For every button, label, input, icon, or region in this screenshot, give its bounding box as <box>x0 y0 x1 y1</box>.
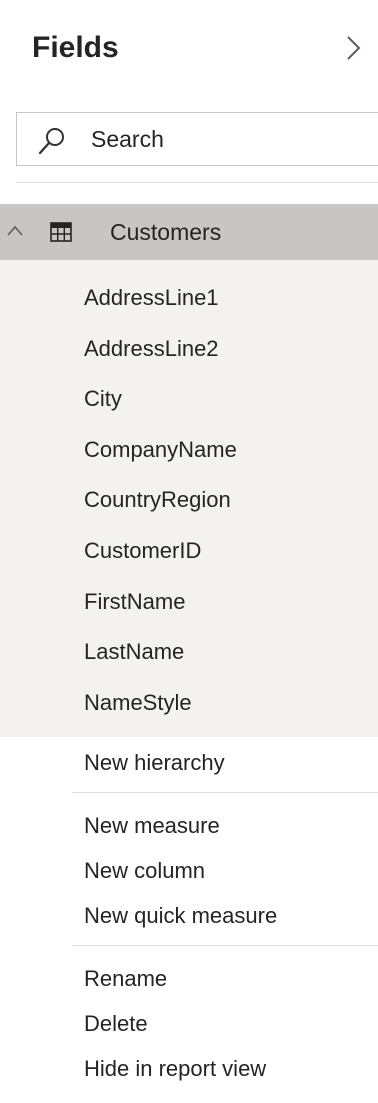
field-list: AddressLine1 AddressLine2 City CompanyName C… <box>0 260 378 737</box>
table-icon <box>50 222 72 242</box>
table-customers[interactable]: Customers <box>0 204 378 260</box>
chevron-up-icon[interactable] <box>6 224 24 238</box>
field-item[interactable]: CustomerID <box>84 531 364 571</box>
menu-divider <box>72 945 378 946</box>
chevron-right-icon[interactable] <box>343 34 365 62</box>
menu-item-new-hierarchy[interactable]: New hierarchy <box>84 743 374 783</box>
context-menu: New hierarchy New measure New column New qu… <box>0 737 378 1103</box>
fields-pane: Fields Customers AddressLine1AddressLine… <box>0 0 378 1103</box>
field-item[interactable]: CountryRegion <box>84 480 364 520</box>
menu-item-delete[interactable]: Delete <box>84 1004 374 1044</box>
field-item[interactable]: LastName <box>84 632 364 672</box>
menu-item-new-quick-measure[interactable]: New quick measure <box>84 896 374 936</box>
search-input[interactable] <box>91 123 341 155</box>
divider <box>16 182 378 183</box>
menu-item-rename[interactable]: Rename <box>84 959 374 999</box>
pane-title: Fields <box>32 31 119 64</box>
pane-header: Fields <box>0 0 378 96</box>
field-item[interactable]: FirstName <box>84 582 364 622</box>
search-icon <box>38 128 64 155</box>
table-name: Customers <box>110 219 222 245</box>
field-item[interactable]: City <box>84 379 364 419</box>
field-item[interactable]: AddressLine2 <box>84 329 364 369</box>
field-item[interactable]: NameStyle <box>84 683 364 723</box>
search-box[interactable] <box>16 112 378 166</box>
field-item[interactable]: CompanyName <box>84 430 364 470</box>
menu-item-hide-in-report-view[interactable]: Hide in report view <box>84 1049 374 1089</box>
menu-item-new-column[interactable]: New column <box>84 851 374 891</box>
field-item[interactable]: AddressLine1 <box>84 278 364 318</box>
menu-item-new-measure[interactable]: New measure <box>84 806 374 846</box>
menu-divider <box>72 792 378 793</box>
